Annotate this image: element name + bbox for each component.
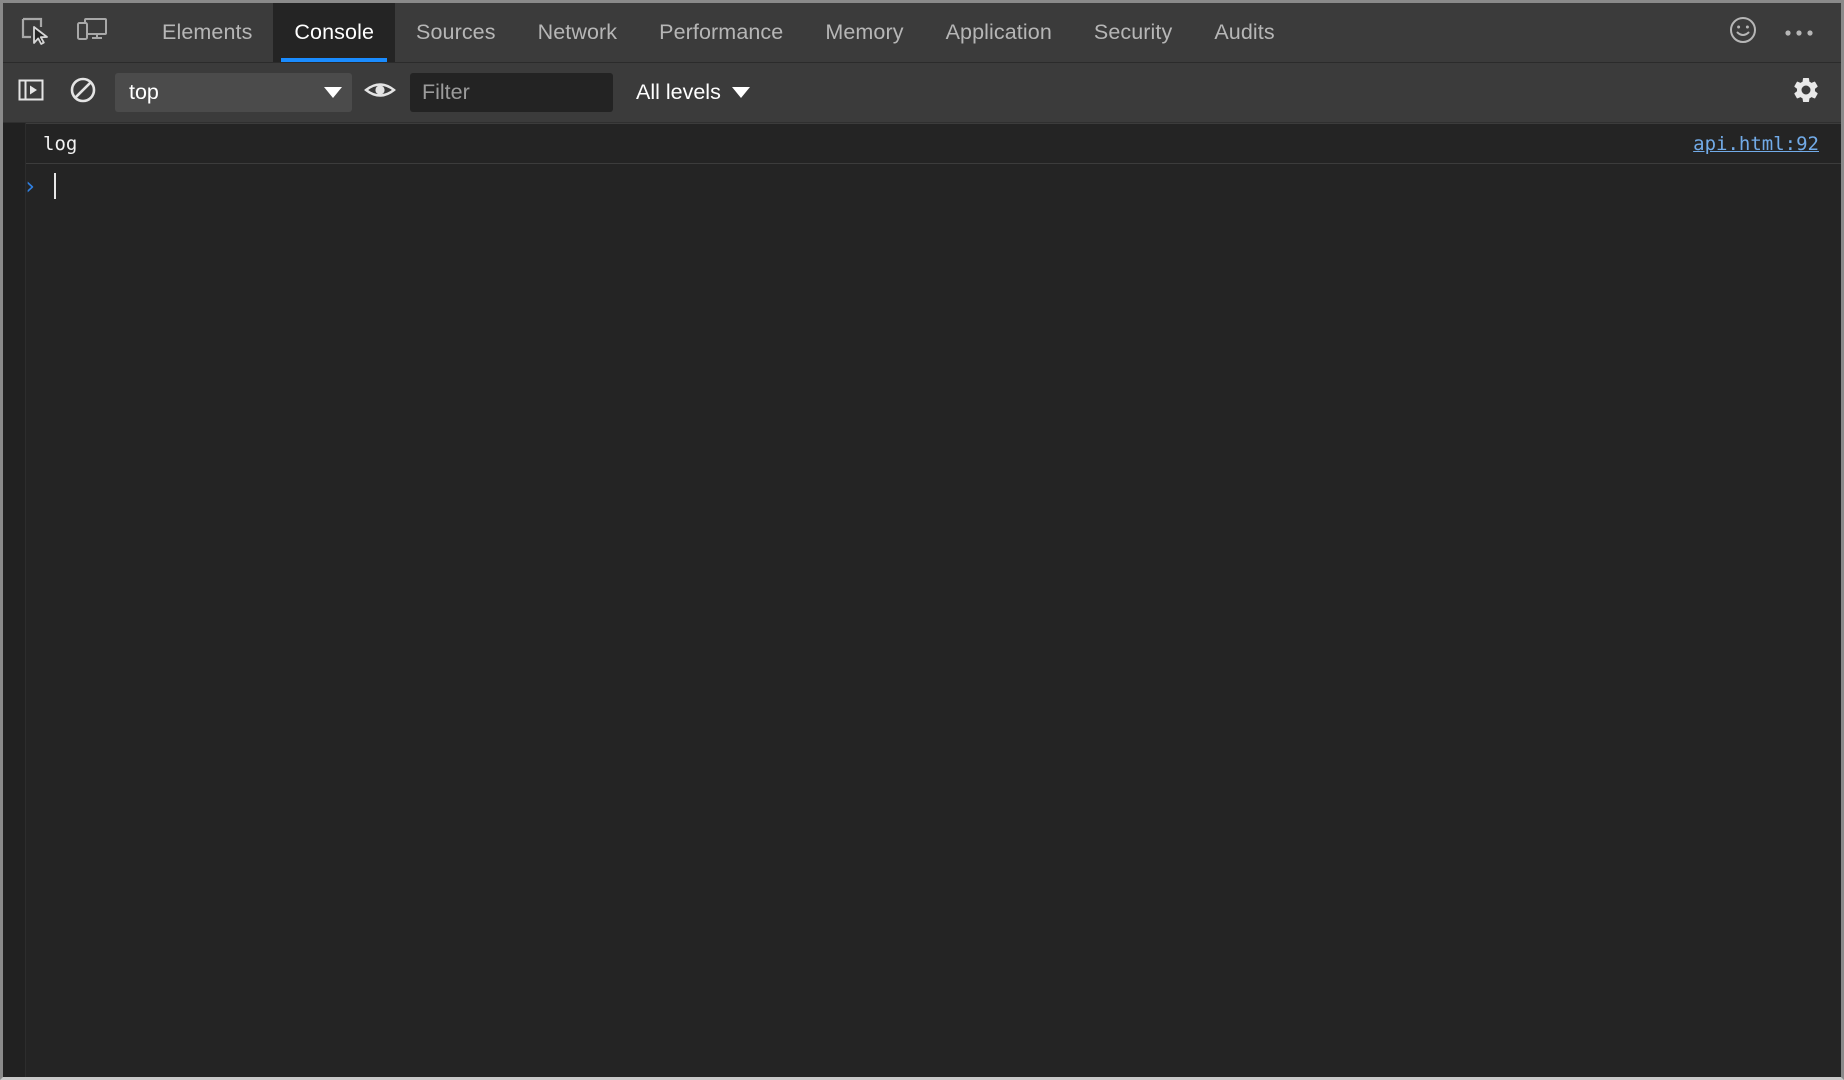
panel-tabs: Elements Console Sources Network Perform… (141, 3, 1296, 62)
devtools-window: Elements Console Sources Network Perform… (0, 0, 1844, 1080)
execution-context-value: top (129, 80, 159, 104)
tab-security[interactable]: Security (1073, 3, 1193, 62)
filter-input[interactable] (410, 73, 613, 112)
gear-icon (1791, 75, 1821, 110)
tab-label: Sources (416, 20, 496, 44)
console-sidebar-toggle-button[interactable] (5, 76, 57, 109)
console-message-text: log (43, 132, 78, 155)
live-expression-button[interactable] (352, 79, 408, 106)
device-toolbar-icon (76, 16, 108, 49)
tab-bar-actions (1715, 3, 1841, 62)
tab-label: Audits (1214, 20, 1275, 44)
console-message-row[interactable]: log api.html:92 (3, 123, 1841, 164)
more-options-button[interactable] (1771, 24, 1827, 42)
tab-label: Performance (659, 20, 784, 44)
log-level-value: All levels (636, 80, 721, 104)
tab-memory[interactable]: Memory (804, 3, 924, 62)
console-prompt[interactable]: › (3, 164, 1841, 208)
execution-context-select[interactable]: top (115, 73, 352, 112)
smiley-face-icon (1728, 15, 1758, 50)
devtools-tab-bar: Elements Console Sources Network Perform… (3, 3, 1841, 63)
tab-label: Elements (162, 20, 253, 44)
clear-console-button[interactable] (57, 76, 109, 109)
clear-console-icon (69, 76, 97, 109)
text-cursor (54, 173, 56, 199)
tab-label: Memory (825, 20, 904, 44)
tab-sources[interactable]: Sources (395, 3, 517, 62)
inspect-element-icon (19, 15, 49, 50)
tab-audits[interactable]: Audits (1193, 3, 1295, 62)
tab-application[interactable]: Application (925, 3, 1073, 62)
tab-network[interactable]: Network (517, 3, 639, 62)
console-gutter (3, 123, 26, 1077)
settings-button[interactable] (1771, 75, 1841, 110)
device-toolbar-button[interactable] (63, 3, 121, 62)
feedback-button[interactable] (1715, 15, 1771, 50)
tab-label: Application (945, 20, 1052, 44)
tab-performance[interactable]: Performance (638, 3, 804, 62)
console-sidebar-toggle-icon (17, 76, 45, 109)
log-level-dropdown[interactable]: All levels (636, 80, 750, 105)
inspect-element-button[interactable] (5, 3, 63, 62)
tab-label: Console (294, 20, 375, 44)
chevron-down-icon (324, 87, 342, 98)
chevron-down-icon (731, 87, 750, 98)
more-options-icon (1784, 24, 1814, 42)
eye-icon (364, 79, 396, 106)
tab-label: Security (1093, 20, 1173, 44)
console-toolbar: top All levels (3, 63, 1841, 123)
tab-label: Network (537, 20, 618, 44)
tab-console[interactable]: Console (273, 3, 396, 62)
console-message-source-link[interactable]: api.html:92 (1693, 133, 1819, 155)
tab-elements[interactable]: Elements (141, 3, 273, 62)
console-message-area[interactable]: log api.html:92 › (3, 123, 1841, 1077)
console-empty-space[interactable] (3, 208, 1841, 1077)
